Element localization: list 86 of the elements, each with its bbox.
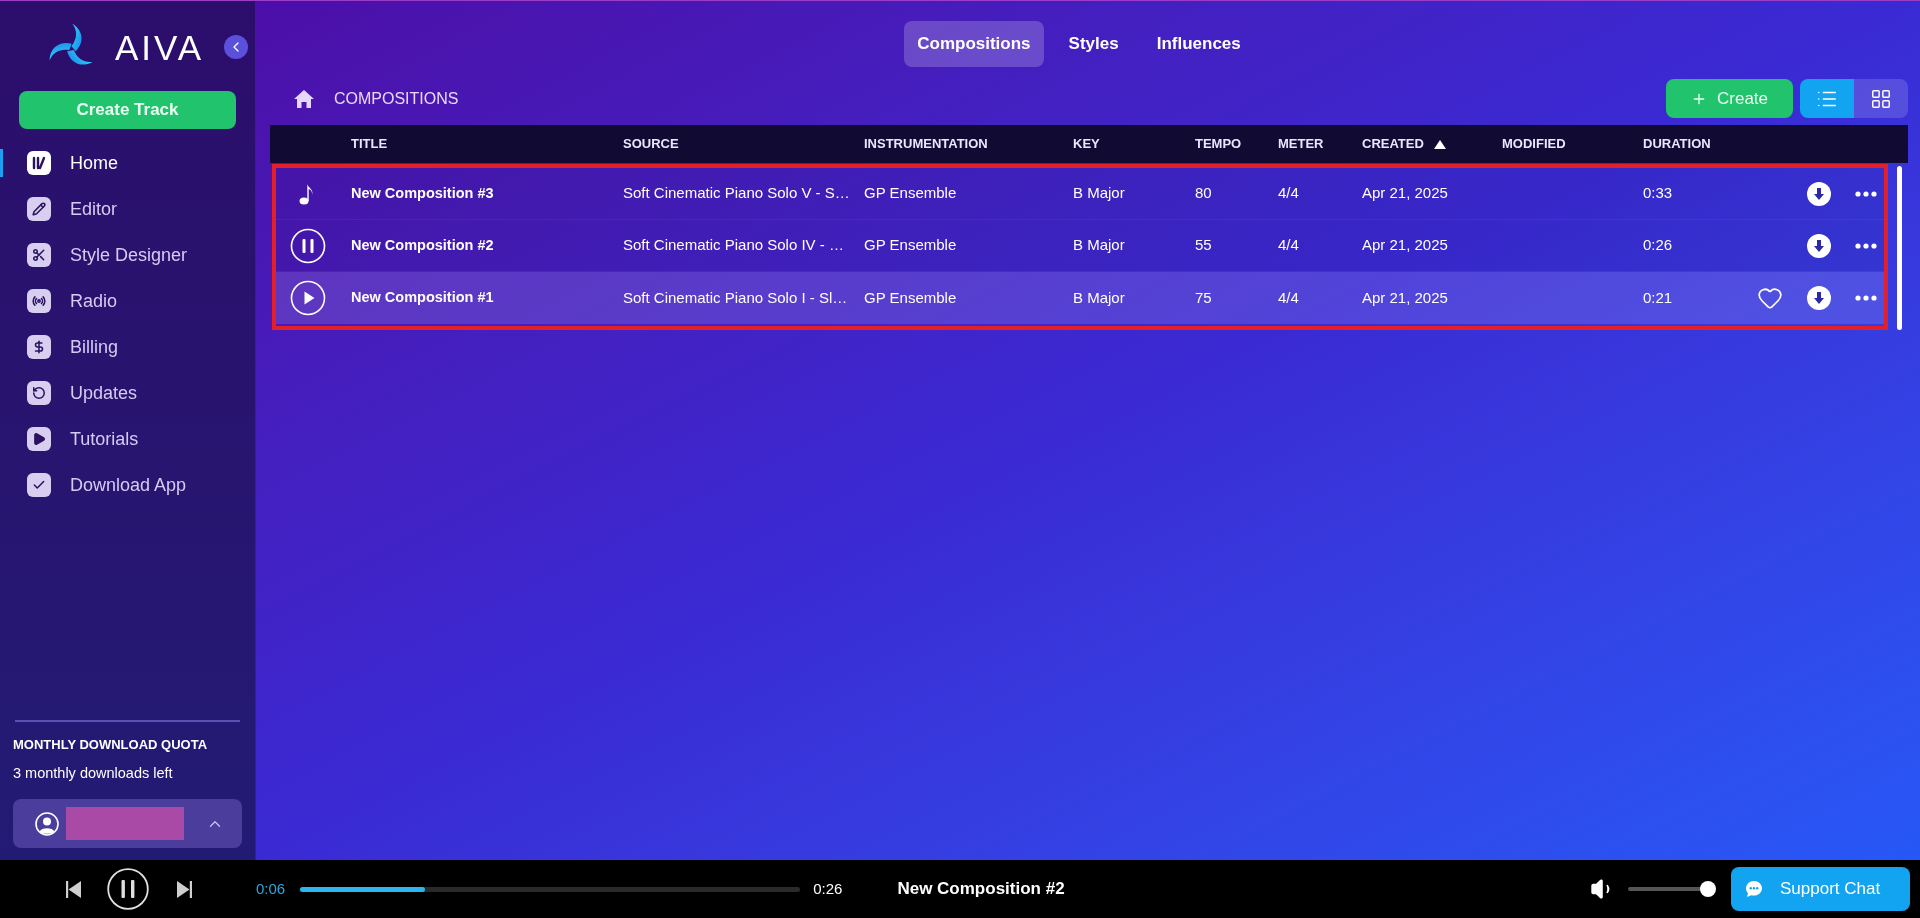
table-cell-text: Soft Cinematic Piano Solo V - S…	[623, 183, 850, 204]
pause-icon[interactable]	[107, 868, 149, 910]
composition-row[interactable]: New Composition #1 Soft Cinematic Piano Solo I - Sl… GP Ensemble B Major 75 4/4 Apr 21, 2025 0:21	[276, 272, 1884, 324]
nav-item[interactable]: Home	[0, 140, 255, 186]
breadcrumb-text: COMPOSITIONS	[334, 88, 459, 109]
table-cell-text: GP Ensemble	[864, 183, 957, 204]
scissors-icon	[27, 243, 51, 267]
table-cell-text: Apr 21, 2025	[1362, 287, 1448, 308]
quota-title: MONTHLY DOWNLOAD QUOTA	[13, 735, 209, 754]
table-cell-text: Soft Cinematic Piano Solo IV - …	[623, 235, 844, 256]
table-cell-text: Apr 21, 2025	[1362, 235, 1448, 256]
active-indicator	[0, 149, 3, 177]
grid-view-button[interactable]	[1854, 79, 1908, 118]
download-icon[interactable]	[1807, 181, 1831, 206]
now-playing-title: New Composition #2	[897, 878, 1065, 901]
table-cell-text: 75	[1195, 287, 1212, 308]
user-card[interactable]	[13, 799, 242, 848]
composition-row[interactable]: New Composition #3 Soft Cinematic Piano Solo V - S… GP Ensemble B Major 80 4/4 Apr 21, 2025 0:33	[276, 168, 1884, 220]
more-options-icon[interactable]	[1855, 242, 1877, 249]
more-options-icon[interactable]	[1855, 295, 1877, 301]
nav-item[interactable]: Editor	[0, 186, 255, 232]
nav-item[interactable]: Tutorials	[0, 416, 255, 462]
download-icon[interactable]	[1807, 286, 1831, 310]
column-header[interactable]: INSTRUMENTATION	[864, 134, 988, 154]
collapse-button[interactable]	[224, 35, 248, 59]
column-header[interactable]: TEMPO	[1195, 134, 1242, 154]
top-tab[interactable]: Styles	[1055, 21, 1132, 67]
pencil-icon	[27, 197, 51, 221]
table-cell-text: GP Ensemble	[864, 287, 957, 308]
broadcast-icon	[27, 289, 51, 313]
scrollbar-thumb[interactable]	[1897, 166, 1902, 330]
table-cell-text: B Major	[1073, 235, 1125, 256]
progress-track[interactable]	[300, 886, 801, 892]
column-header[interactable]: KEY	[1073, 134, 1100, 154]
table-cell-text: 0:33	[1643, 183, 1673, 204]
grid-icon	[1870, 87, 1892, 110]
composition-title: New Composition #2	[351, 235, 494, 255]
more-options-icon[interactable]	[1855, 190, 1877, 197]
table-cell-text: GP Ensemble	[864, 235, 957, 256]
nav-item[interactable]: Billing	[0, 324, 255, 370]
table-cell-text: Soft Cinematic Piano Solo I - Sl…	[623, 287, 848, 308]
column-header[interactable]: METER	[1278, 134, 1324, 154]
volume-track[interactable]	[1628, 881, 1714, 897]
check-icon	[27, 473, 51, 497]
nav-item[interactable]: Updates	[0, 370, 255, 416]
table-cell-text: Apr 21, 2025	[1362, 183, 1448, 204]
column-header[interactable]: TITLE	[351, 134, 388, 154]
nav-item[interactable]: Style Designer	[0, 232, 255, 278]
play-circle-icon[interactable]	[290, 280, 326, 316]
table-cell-text: 0:21	[1643, 287, 1673, 308]
column-header[interactable]: DURATION	[1643, 134, 1711, 154]
composition-title: New Composition #3	[351, 183, 494, 203]
elapsed-time: 0:06	[256, 878, 286, 899]
column-header[interactable]: CREATED	[1362, 134, 1446, 154]
table-cell-text: 0:26	[1643, 235, 1673, 256]
column-header[interactable]: MODIFIED	[1502, 134, 1566, 154]
composition-row[interactable]: New Composition #2 Soft Cinematic Piano Solo IV - … GP Ensemble B Major 55 4/4 Apr 21, 2025 0:26	[276, 220, 1884, 272]
table-cell-text: 4/4	[1278, 183, 1299, 204]
total-time: 0:26	[813, 878, 843, 899]
quota-text: 3 monthly downloads left	[13, 764, 174, 784]
play-icon	[27, 427, 51, 451]
top-tab[interactable]: Compositions	[904, 21, 1044, 67]
skip-forward-icon[interactable]	[177, 880, 192, 898]
home-icon[interactable]	[293, 88, 315, 109]
table-cell-text: B Major	[1073, 183, 1125, 204]
chat-bubble-icon	[1745, 880, 1763, 898]
download-icon[interactable]	[1807, 233, 1831, 258]
table-cell-text: 4/4	[1278, 235, 1299, 256]
refresh-icon	[27, 381, 51, 405]
sort-ascending-icon	[1433, 139, 1446, 149]
user-avatar-icon	[35, 811, 59, 836]
column-header[interactable]: SOURCE	[623, 134, 679, 154]
table-cell-text: 4/4	[1278, 287, 1299, 308]
skip-back-icon[interactable]	[66, 880, 81, 898]
table-cell-text: 80	[1195, 183, 1212, 204]
logo-text: AIVA	[115, 29, 205, 65]
table-cell-text: B Major	[1073, 287, 1125, 308]
logo-mark-icon	[27, 151, 51, 175]
nav-item[interactable]: Download App	[0, 462, 255, 508]
nav-item[interactable]: Radio	[0, 278, 255, 324]
composition-title: New Composition #1	[351, 288, 494, 308]
table-cell-text: 55	[1195, 235, 1212, 256]
top-tab[interactable]: Influences	[1143, 21, 1254, 67]
heart-icon[interactable]	[1757, 285, 1783, 311]
volume-thumb[interactable]	[1699, 881, 1716, 897]
dollar-icon	[27, 335, 51, 359]
